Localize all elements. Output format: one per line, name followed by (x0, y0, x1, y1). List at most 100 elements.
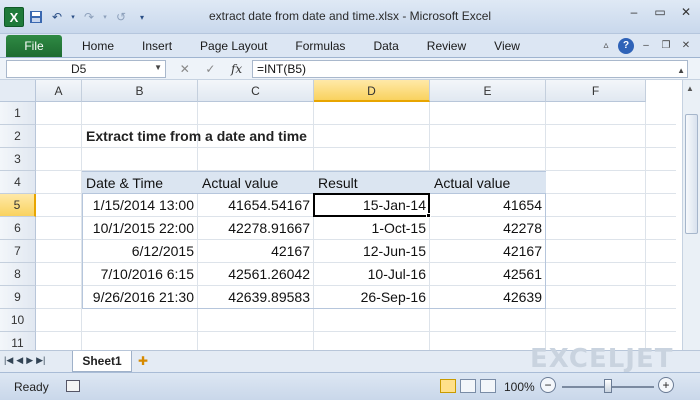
zoom-level[interactable]: 100% (504, 380, 535, 394)
window-controls: – ▭ ✕ (624, 4, 696, 20)
table-cell[interactable]: 9/26/2016 21:30 (82, 286, 198, 309)
tab-review[interactable]: Review (413, 34, 480, 57)
minimize-icon[interactable]: – (624, 4, 644, 20)
chevron-down-icon[interactable]: ▼ (154, 63, 162, 72)
redo-icon[interactable]: ↷ (80, 8, 98, 26)
name-box[interactable]: D5 ▼ (6, 60, 166, 78)
table-header-cell[interactable]: Actual value (198, 171, 314, 194)
tab-sheet1[interactable]: Sheet1 (72, 351, 132, 372)
formula-buttons: ✕ ✓ fx (172, 60, 250, 78)
table-cell[interactable]: 41654 (430, 194, 546, 217)
sheet-title[interactable]: Extract time from a date and time (86, 125, 307, 148)
scroll-up-icon[interactable]: ▲ (686, 84, 694, 93)
column-header-e[interactable]: E (430, 80, 546, 102)
tab-formulas[interactable]: Formulas (281, 34, 359, 57)
row-header-3[interactable]: 3 (0, 148, 36, 171)
first-sheet-icon[interactable]: |◀ (4, 355, 13, 366)
column-header-f[interactable]: F (546, 80, 646, 102)
scroll-thumb[interactable] (685, 114, 698, 234)
workbook-minimize-icon[interactable]: – (638, 38, 654, 54)
insert-function-icon[interactable]: fx (231, 62, 242, 76)
column-header-a[interactable]: A (36, 80, 82, 102)
workbook-close-icon[interactable]: ✕ (678, 38, 694, 54)
repeat-icon[interactable]: ↺ (112, 8, 130, 26)
formula-bar: D5 ▼ ✕ ✓ fx =INT(B5) ▲ (0, 58, 700, 80)
formula-input[interactable]: =INT(B5) ▲ (252, 60, 688, 78)
table-cell[interactable]: 6/12/2015 (82, 240, 198, 263)
vertical-scrollbar[interactable]: ▲ (682, 80, 700, 350)
table-cell[interactable]: 42639 (430, 286, 546, 309)
tab-insert[interactable]: Insert (128, 34, 186, 57)
sheet-nav: |◀ ◀ ▶ ▶| (4, 355, 45, 366)
table-cell[interactable]: 42167 (198, 240, 314, 263)
table-header-cell[interactable]: Date & Time (82, 171, 198, 194)
table-cell[interactable]: 10/1/2015 22:00 (82, 217, 198, 240)
row-header-9[interactable]: 9 (0, 286, 36, 309)
table-cell[interactable]: 26-Sep-16 (314, 286, 430, 309)
column-header-b[interactable]: B (82, 80, 198, 102)
expand-formula-icon[interactable]: ▲ (677, 63, 685, 79)
row-header-4[interactable]: 4 (0, 171, 36, 194)
table-cell[interactable]: 42278.91667 (198, 217, 314, 240)
undo-icon[interactable]: ↶ (48, 8, 66, 26)
worksheet-grid[interactable]: A B C D E F 1 2 3 4 5 6 7 8 9 10 11 Extract time from a d… (0, 80, 700, 350)
table-header-cell[interactable]: Actual value (430, 171, 546, 194)
page-break-view-icon[interactable] (480, 379, 496, 393)
save-icon[interactable] (27, 8, 45, 26)
close-icon[interactable]: ✕ (676, 4, 696, 20)
cancel-icon[interactable]: ✕ (180, 62, 190, 76)
table-header-cell[interactable]: Result (314, 171, 430, 194)
table-cell[interactable]: 41654.54167 (198, 194, 314, 217)
row-header-2[interactable]: 2 (0, 125, 36, 148)
enter-icon[interactable]: ✓ (205, 62, 215, 76)
row-header-7[interactable]: 7 (0, 240, 36, 263)
table-cell[interactable]: 42639.89583 (198, 286, 314, 309)
insert-sheet-icon[interactable]: ✚ (138, 354, 148, 368)
fill-handle[interactable] (426, 213, 431, 218)
help-icon[interactable]: ? (618, 37, 634, 54)
column-header-c[interactable]: C (198, 80, 314, 102)
customize-qat-icon[interactable]: ▾ (133, 8, 151, 26)
table-cell[interactable]: 42561 (430, 263, 546, 286)
table-cell[interactable]: 42561.26042 (198, 263, 314, 286)
row-header-11[interactable]: 11 (0, 332, 36, 350)
prev-sheet-icon[interactable]: ◀ (16, 355, 23, 366)
table-cell[interactable]: 42167 (430, 240, 546, 263)
undo-dropdown-icon[interactable]: ▾ (69, 8, 77, 26)
row-header-5[interactable]: 5 (0, 194, 36, 217)
table-cell[interactable]: 42278 (430, 217, 546, 240)
gridline (645, 102, 646, 350)
zoom-slider-thumb[interactable] (604, 379, 612, 393)
redo-dropdown-icon[interactable]: ▾ (101, 8, 109, 26)
row-header-10[interactable]: 10 (0, 309, 36, 332)
excel-logo-icon[interactable]: X (4, 7, 24, 27)
active-cell-outline (313, 193, 430, 217)
table-cell[interactable]: 7/10/2016 6:15 (82, 263, 198, 286)
tab-home[interactable]: Home (68, 34, 128, 57)
table-cell[interactable]: 12-Jun-15 (314, 240, 430, 263)
normal-view-icon[interactable] (440, 379, 456, 393)
tab-file[interactable]: File (6, 35, 62, 57)
tab-data[interactable]: Data (359, 34, 412, 57)
table-cell[interactable]: 1-Oct-15 (314, 217, 430, 240)
table-cell[interactable]: 10-Jul-16 (314, 263, 430, 286)
column-header-d[interactable]: D (314, 80, 430, 102)
select-all-corner[interactable] (0, 80, 36, 102)
zoom-out-icon[interactable]: − (540, 377, 556, 393)
row-header-6[interactable]: 6 (0, 217, 36, 240)
row-header-8[interactable]: 8 (0, 263, 36, 286)
zoom-in-icon[interactable]: + (658, 377, 674, 393)
gridline (36, 331, 676, 332)
tab-view[interactable]: View (480, 34, 534, 57)
ribbon-collapse-icon[interactable]: ▵ (598, 38, 614, 54)
macro-record-icon[interactable] (66, 380, 80, 392)
workbook-restore-icon[interactable]: ❐ (658, 38, 674, 54)
status-bar: Ready 100% − + (0, 372, 700, 400)
table-cell[interactable]: 1/15/2014 13:00 (82, 194, 198, 217)
next-sheet-icon[interactable]: ▶ (26, 355, 33, 366)
maximize-icon[interactable]: ▭ (650, 4, 670, 20)
page-layout-view-icon[interactable] (460, 379, 476, 393)
last-sheet-icon[interactable]: ▶| (36, 355, 45, 366)
row-header-1[interactable]: 1 (0, 102, 36, 125)
tab-page-layout[interactable]: Page Layout (186, 34, 281, 57)
